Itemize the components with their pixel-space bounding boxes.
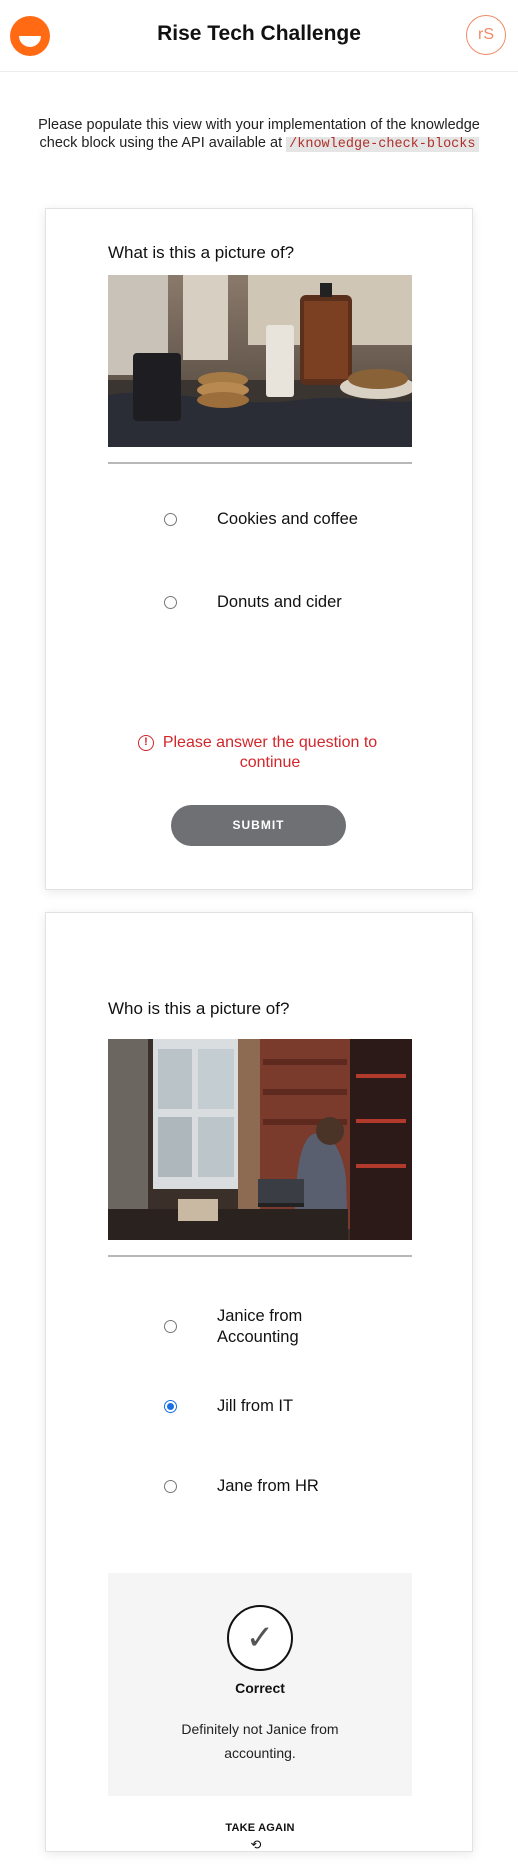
error-icon: ! xyxy=(138,735,154,751)
app-header: Rise Tech Challenge rS xyxy=(0,0,518,72)
app-title: Rise Tech Challenge xyxy=(157,22,361,45)
result-title: Correct xyxy=(235,1680,285,1696)
radio-button[interactable] xyxy=(164,1480,177,1493)
divider xyxy=(108,1255,412,1257)
refresh-icon[interactable]: ⟲ xyxy=(249,1838,263,1852)
option-label[interactable]: Jill from IT xyxy=(217,1396,367,1417)
option-label[interactable]: Cookies and coffee xyxy=(217,509,367,530)
result-panel: ✓ Correct Definitely not Janice from acc… xyxy=(108,1573,412,1796)
option-label[interactable]: Jane from HR xyxy=(217,1476,367,1497)
question-image xyxy=(108,275,412,447)
submit-button[interactable]: SUBMIT xyxy=(171,805,346,846)
knowledge-check-block: Who is this a picture of? Janice from Ac… xyxy=(45,912,473,1852)
radio-button[interactable] xyxy=(164,513,177,526)
radio-button-selected[interactable] xyxy=(164,1400,177,1413)
option-label[interactable]: Janice from Accounting xyxy=(217,1306,367,1348)
knowledge-check-block: What is this a picture of? Cookies and c… xyxy=(45,208,473,890)
question-image xyxy=(108,1039,412,1240)
radio-button[interactable] xyxy=(164,596,177,609)
error-message: Please answer the question to continue xyxy=(162,734,378,771)
user-avatar[interactable]: rS xyxy=(466,15,506,55)
divider xyxy=(108,462,412,464)
question-text: Who is this a picture of? xyxy=(108,999,290,1018)
option-label[interactable]: Donuts and cider xyxy=(217,592,367,613)
result-feedback: Definitely not Janice from accounting. xyxy=(181,1721,339,1761)
intro-text: Please populate this view with your impl… xyxy=(30,116,488,154)
api-endpoint: /knowledge-check-blocks xyxy=(286,137,479,152)
radio-button[interactable] xyxy=(164,1320,177,1333)
checkmark-icon: ✓ xyxy=(227,1605,293,1671)
question-text: What is this a picture of? xyxy=(108,243,295,262)
take-again-button[interactable]: TAKE AGAIN xyxy=(46,1822,474,1834)
